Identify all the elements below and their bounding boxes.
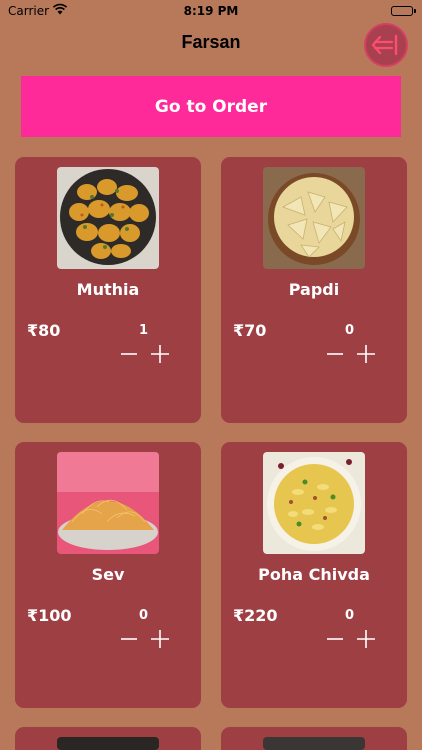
- status-bar: Carrier 8:19 PM: [0, 0, 422, 22]
- exit-arrow-icon: [371, 34, 398, 56]
- product-card-muthia: Muthia ₹80 1: [15, 157, 201, 423]
- product-card-partial: [15, 727, 201, 750]
- product-name: Papdi: [288, 280, 340, 299]
- product-quantity: 0: [345, 608, 355, 623]
- go-to-order-button[interactable]: Go to Order: [21, 76, 401, 137]
- product-quantity: 0: [139, 608, 149, 623]
- product-card-partial: [221, 727, 407, 750]
- product-price: ₹220: [233, 606, 278, 625]
- increment-button[interactable]: [149, 628, 171, 650]
- product-card-sev: Sev ₹100 0: [15, 442, 201, 708]
- increment-button[interactable]: [355, 628, 377, 650]
- minus-icon: [121, 638, 137, 640]
- plus-icon: [357, 345, 375, 363]
- status-time: 8:19 PM: [183, 4, 239, 18]
- plus-icon: [151, 630, 169, 648]
- page-title: Farsan: [181, 32, 241, 52]
- battery-icon: [391, 6, 413, 16]
- product-name: Poha Chivda: [258, 565, 370, 584]
- product-price: ₹100: [27, 606, 72, 625]
- product-card-poha-chivda: Poha Chivda ₹220 0: [221, 442, 407, 708]
- decrement-button[interactable]: [325, 343, 345, 365]
- decrement-button[interactable]: [325, 628, 345, 650]
- plus-icon: [151, 345, 169, 363]
- product-name: Muthia: [76, 280, 140, 299]
- product-quantity: 0: [345, 323, 355, 338]
- decrement-button[interactable]: [119, 628, 139, 650]
- product-price: ₹70: [233, 321, 267, 340]
- increment-button[interactable]: [355, 343, 377, 365]
- product-price: ₹80: [27, 321, 61, 340]
- minus-icon: [327, 638, 343, 640]
- minus-icon: [327, 353, 343, 355]
- decrement-button[interactable]: [119, 343, 139, 365]
- product-card-papdi: Papdi ₹70 0: [221, 157, 407, 423]
- papdi-image: [263, 167, 365, 269]
- product-name: Sev: [91, 565, 125, 584]
- sev-image: [57, 452, 159, 554]
- poha-chivda-image: [263, 452, 365, 554]
- minus-icon: [121, 353, 137, 355]
- increment-button[interactable]: [149, 343, 171, 365]
- product-quantity: 1: [139, 323, 149, 338]
- product-image: [263, 737, 365, 750]
- product-image: [57, 737, 159, 750]
- muthia-image: [57, 167, 159, 269]
- plus-icon: [357, 630, 375, 648]
- exit-button[interactable]: [364, 23, 408, 67]
